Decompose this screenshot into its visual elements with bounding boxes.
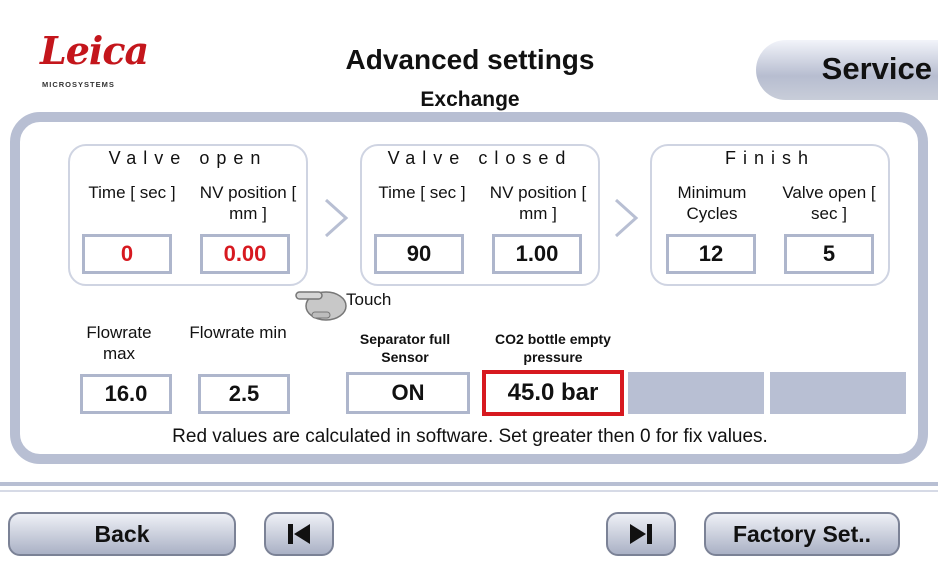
touch-hand-icon [295, 291, 347, 321]
flowrate-max-field[interactable]: 16.0 [80, 374, 172, 414]
last-page-button[interactable] [606, 512, 676, 556]
valve-closed-time-label: Time [ sec ] [378, 183, 466, 202]
valve-open-time-field[interactable]: 0 [82, 234, 172, 274]
finish-cycles-label: Minimum Cycles [677, 183, 747, 223]
service-tab[interactable]: Service [756, 40, 938, 100]
footer-divider [0, 482, 938, 486]
flowrate-min-label: Flowrate min [189, 323, 287, 342]
valve-open-title: Valve open [108, 148, 268, 168]
leica-logo: Leica MICROSYSTEMS [40, 28, 149, 94]
flowrate-max-label: Flowrate max [86, 323, 152, 363]
finish-valve-label: Valve open [ sec ] [782, 183, 876, 223]
touch-hint-label: Touch [346, 290, 392, 309]
footer-divider [0, 490, 938, 492]
valve-open-nv-label: NV position [ mm ] [199, 183, 297, 223]
empty-slot [770, 372, 906, 414]
finish-cycles-field[interactable]: 12 [666, 234, 756, 274]
valve-closed-nv-label: NV position [ mm ] [489, 183, 587, 223]
empty-slot [628, 372, 764, 414]
separator-sensor-field[interactable]: ON [346, 372, 470, 414]
valve-closed-title: Valve closed [387, 148, 573, 168]
page-subtitle: Exchange [420, 88, 520, 111]
finish-title: Finish [724, 148, 815, 168]
first-page-button[interactable] [264, 512, 334, 556]
logo-subtitle: MICROSYSTEMS [42, 80, 115, 89]
valve-closed-time-field[interactable]: 90 [374, 234, 464, 274]
factory-settings-button[interactable]: Factory Set.. [704, 512, 900, 556]
chevron-right-icon [324, 198, 349, 238]
page-title: Advanced settings [345, 44, 595, 75]
separator-sensor-label: Separator full Sensor [359, 331, 451, 365]
co2-pressure-label: CO2 bottle empty pressure [495, 331, 611, 365]
logo-text: Leica [40, 28, 149, 73]
skip-last-icon [630, 524, 652, 544]
valve-open-nv-field[interactable]: 0.00 [200, 234, 290, 274]
flowrate-min-field[interactable]: 2.5 [198, 374, 290, 414]
chevron-right-icon [614, 198, 639, 238]
info-note: Red values are calculated in software. S… [172, 426, 768, 447]
valve-open-time-label: Time [ sec ] [88, 183, 176, 202]
finish-valve-field[interactable]: 5 [784, 234, 874, 274]
back-button[interactable]: Back [8, 512, 236, 556]
valve-closed-nv-field[interactable]: 1.00 [492, 234, 582, 274]
skip-first-icon [288, 524, 310, 544]
co2-pressure-field[interactable]: 45.0 bar [482, 370, 624, 416]
